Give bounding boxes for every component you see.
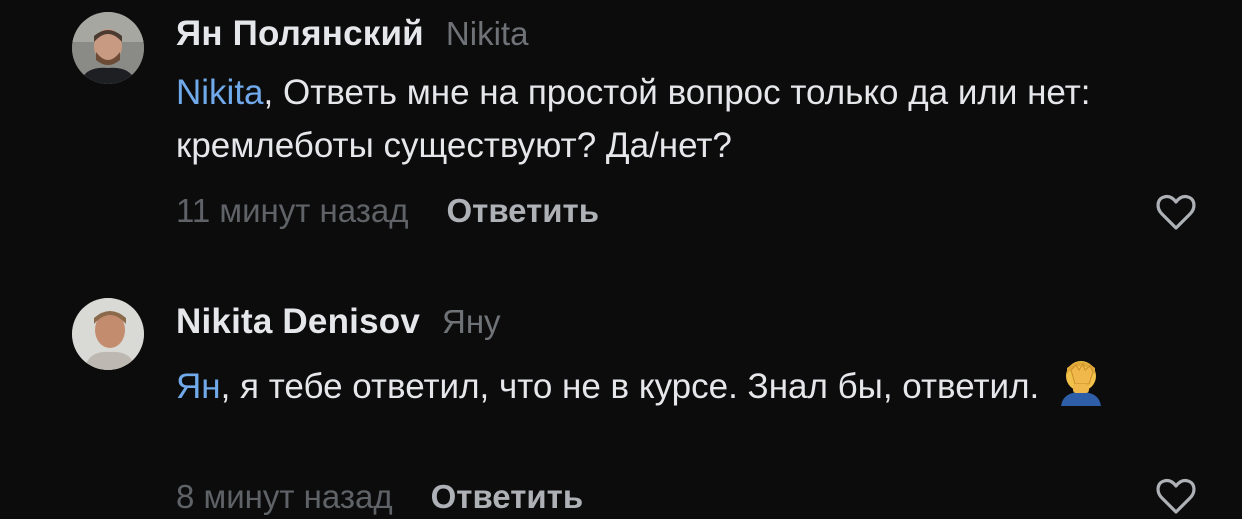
comment-text: Ян, я тебе ответил, что не в курсе. Знал… bbox=[176, 354, 1176, 421]
comment-item: Ян Полянский Nikita Nikita, Ответь мне н… bbox=[0, 0, 1242, 260]
comment-text-body: , я тебе ответил, что не в курсе. Знал б… bbox=[220, 367, 1040, 406]
like-button[interactable] bbox=[1154, 476, 1198, 516]
facepalm-emoji-icon bbox=[1055, 354, 1107, 421]
avatar[interactable] bbox=[72, 298, 144, 370]
reply-button[interactable]: Ответить bbox=[431, 478, 584, 516]
mention-link[interactable]: Nikita bbox=[176, 73, 264, 112]
heart-outline-icon bbox=[1156, 478, 1196, 514]
comment-text: Nikita, Ответь мне на простой вопрос тол… bbox=[176, 66, 1176, 172]
reply-to-name[interactable]: Яну bbox=[442, 303, 501, 341]
comment-author[interactable]: Ян Полянский bbox=[176, 14, 424, 54]
comment-timestamp: 8 минут назад bbox=[176, 478, 393, 515]
avatar[interactable] bbox=[72, 12, 144, 84]
comment-author[interactable]: Nikita Denisov bbox=[176, 302, 420, 342]
comment-text-body: , Ответь мне на простой вопрос только да… bbox=[176, 73, 1091, 165]
heart-outline-icon bbox=[1156, 194, 1196, 230]
comment-timestamp: 11 минут назад bbox=[176, 192, 409, 229]
reply-to-name[interactable]: Nikita bbox=[446, 15, 529, 53]
reply-button[interactable]: Ответить bbox=[447, 192, 600, 230]
like-button[interactable] bbox=[1154, 192, 1198, 232]
mention-link[interactable]: Ян bbox=[176, 367, 221, 406]
avatar-photo bbox=[72, 298, 144, 370]
avatar-photo bbox=[72, 12, 144, 84]
comment-item: Nikita Denisov Яну Ян, я тебе ответил, ч… bbox=[0, 288, 1242, 519]
